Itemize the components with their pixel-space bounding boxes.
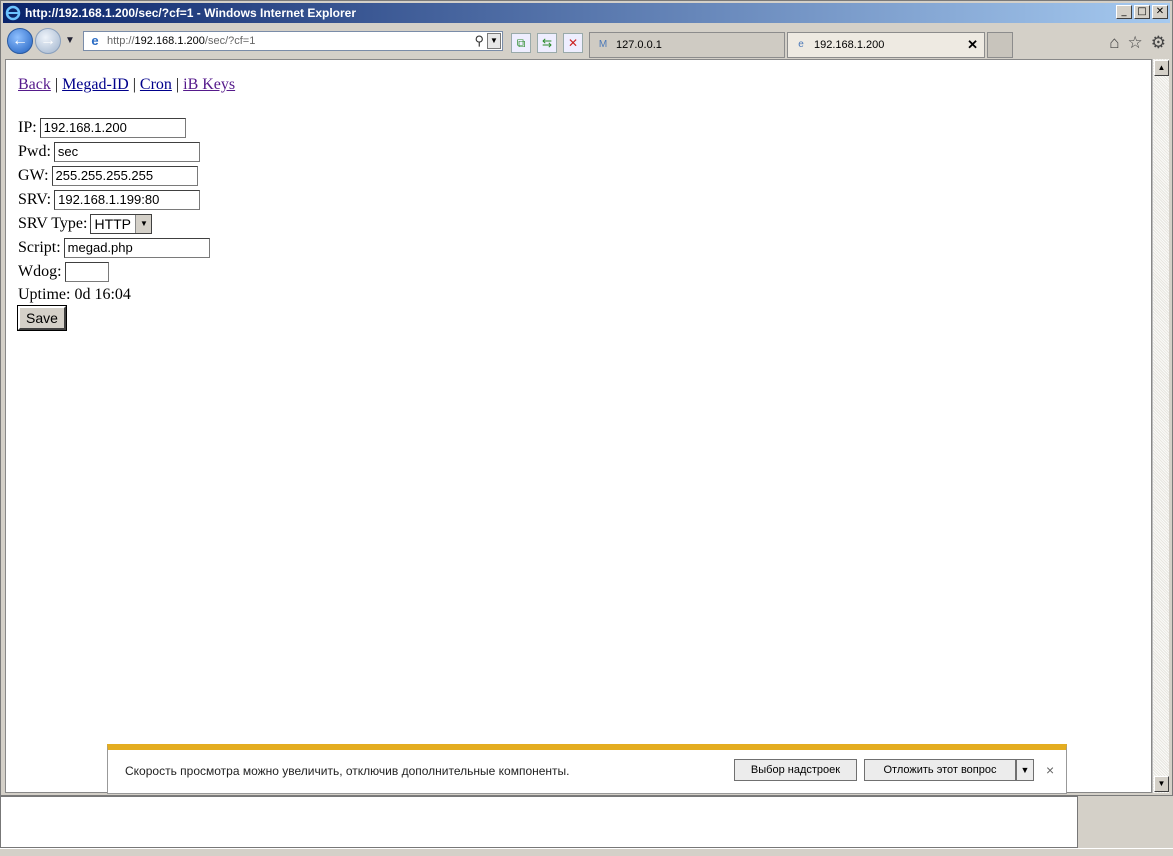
ie-logo-icon	[5, 5, 21, 21]
close-notification-icon[interactable]: ×	[1046, 762, 1054, 778]
address-prefix: http://	[107, 35, 135, 47]
srv-type-label: SRV Type:	[18, 215, 88, 232]
link-separator: |	[54, 76, 59, 93]
maximize-button[interactable]: □	[1134, 5, 1150, 19]
gw-input[interactable]: 255.255.255.255	[51, 166, 198, 186]
srv-label: SRV:	[18, 191, 52, 208]
uptime-value: 0d 16:04	[74, 286, 131, 303]
compatibility-view-button[interactable]: ⧉	[511, 33, 531, 53]
uptime-label: Uptime:	[18, 286, 71, 303]
stop-button[interactable]: ✕	[563, 33, 583, 53]
vertical-scrollbar[interactable]: ▲ ▼	[1152, 59, 1169, 793]
nav-links: Back | Megad-ID | Cron | iB Keys	[18, 76, 235, 94]
tools-gear-icon[interactable]: ⚙	[1151, 33, 1166, 53]
tab-label: 127.0.0.1	[616, 39, 662, 51]
tab-label: 192.168.1.200	[814, 39, 885, 51]
wdog-input[interactable]	[64, 262, 109, 282]
script-label: Script:	[18, 239, 61, 256]
link-separator: |	[132, 76, 136, 93]
srv-input[interactable]: 192.168.1.199:80	[54, 190, 201, 210]
home-icon[interactable]: ⌂	[1109, 33, 1119, 53]
script-input[interactable]: megad.php	[63, 238, 210, 258]
forward-button[interactable]: →	[35, 28, 61, 54]
back-button[interactable]: ←	[7, 28, 33, 54]
srv-type-value: HTTP	[94, 216, 132, 232]
refresh-icon: ⇆	[541, 36, 553, 50]
ie-favicon-icon: e	[798, 39, 804, 50]
scroll-down-icon[interactable]: ▼	[1154, 776, 1169, 792]
settings-form: IP: 192.168.1.200 Pwd: sec GW: 255.255.2…	[17, 116, 210, 331]
new-tab-button[interactable]	[987, 32, 1013, 58]
scroll-up-icon[interactable]: ▲	[1154, 60, 1169, 76]
refresh-button[interactable]: ⇆	[537, 33, 557, 53]
address-bar[interactable]: e http://192.168.1.200/sec/?cf=1 ⚲ ▼	[83, 31, 503, 51]
m-favicon-icon: M	[598, 39, 608, 50]
title-bar: http://192.168.1.200/sec/?cf=1 - Windows…	[3, 3, 1170, 23]
back-link[interactable]: Back	[18, 76, 51, 93]
notification-bar: Скорость просмотра можно увеличить, откл…	[107, 744, 1067, 794]
megad-id-link[interactable]: Megad-ID	[62, 76, 129, 93]
page-content: Back | Megad-ID | Cron | iB Keys IP: 192…	[5, 59, 1152, 793]
address-path: /sec/?cf=1	[204, 35, 256, 47]
link-separator: |	[175, 76, 180, 93]
choose-addons-button[interactable]: Выбор надстроек	[734, 759, 857, 781]
favorites-star-icon[interactable]: ☆	[1128, 33, 1143, 53]
postpone-dropdown-icon[interactable]: ▼	[1016, 759, 1034, 781]
address-dropdown-icon[interactable]: ▼	[487, 33, 501, 49]
navigation-bar: ← → ▼ e http://192.168.1.200/sec/?cf=1 ⚲…	[3, 25, 1170, 59]
srv-type-select[interactable]: HTTP ▼	[90, 214, 153, 234]
compat-icon: ⧉	[516, 35, 526, 50]
ip-input[interactable]: 192.168.1.200	[39, 118, 186, 138]
taskbar	[0, 848, 1173, 856]
history-dropdown-icon[interactable]: ▼	[65, 35, 75, 46]
tab-127-0-0-1[interactable]: M 127.0.0.1	[589, 32, 785, 58]
tab-192-168-1-200[interactable]: e 192.168.1.200 ✕	[787, 32, 985, 58]
save-button[interactable]: Save	[17, 305, 67, 331]
gw-label: GW:	[18, 167, 49, 184]
stop-icon: ✕	[567, 36, 579, 50]
bottom-panel	[0, 796, 1078, 848]
close-window-button[interactable]: ✕	[1152, 5, 1168, 19]
ip-label: IP:	[18, 119, 37, 136]
chevron-down-icon[interactable]: ▼	[135, 215, 152, 233]
arrow-left-icon: ←	[12, 32, 28, 49]
pwd-input[interactable]: sec	[53, 142, 200, 162]
minimize-button[interactable]: _	[1116, 5, 1132, 19]
close-tab-icon[interactable]: ✕	[967, 37, 978, 53]
notification-message: Скорость просмотра можно увеличить, откл…	[125, 764, 570, 778]
page-ie-icon: e	[91, 33, 99, 48]
postpone-button[interactable]: Отложить этот вопрос	[864, 759, 1016, 781]
ib-keys-link[interactable]: iB Keys	[183, 76, 235, 93]
address-host: 192.168.1.200	[134, 35, 205, 47]
window-title: http://192.168.1.200/sec/?cf=1 - Windows…	[25, 6, 357, 20]
search-icon[interactable]: ⚲	[474, 33, 484, 49]
cron-link[interactable]: Cron	[140, 76, 172, 93]
pwd-label: Pwd:	[18, 143, 51, 160]
arrow-right-icon: →	[40, 32, 56, 49]
wdog-label: Wdog:	[18, 263, 62, 280]
browser-window: http://192.168.1.200/sec/?cf=1 - Windows…	[0, 0, 1173, 796]
